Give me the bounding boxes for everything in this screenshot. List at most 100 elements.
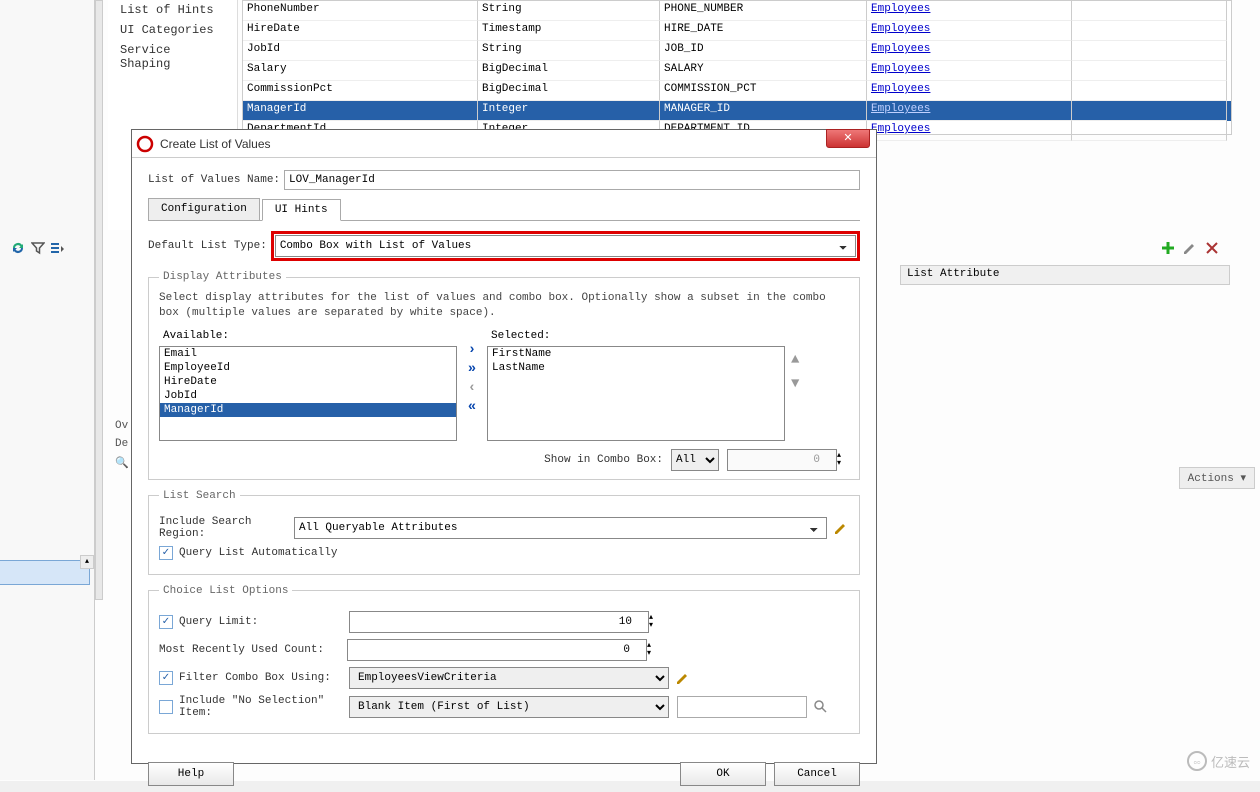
list-item[interactable]: HireDate xyxy=(160,375,456,389)
no-selection-select[interactable]: Blank Item (First of List) xyxy=(349,696,669,718)
highlight-marker: Combo Box with List of Values xyxy=(271,231,860,261)
list-item[interactable]: EmployeeId xyxy=(160,361,456,375)
refresh-icon[interactable] xyxy=(10,240,26,256)
cell-col: HIRE_DATE xyxy=(660,21,867,41)
sidebar-item[interactable]: List of Hints xyxy=(108,0,237,20)
attributes-table: PhoneNumber String PHONE_NUMBER Employee… xyxy=(242,0,1232,135)
close-button[interactable]: ✕ xyxy=(826,129,870,148)
selected-list[interactable]: FirstName LastName xyxy=(487,346,785,441)
spinner-icon[interactable]: ▴▾ xyxy=(649,614,661,630)
query-auto-label: Query List Automatically xyxy=(179,547,337,559)
tab-bar: Configuration UI Hints xyxy=(148,198,860,221)
filter-combo-checkbox[interactable]: ✓ xyxy=(159,671,173,685)
cell-link[interactable]: Employees xyxy=(871,123,930,135)
move-all-right-icon[interactable]: » xyxy=(463,361,481,377)
cell-name: ManagerId xyxy=(243,101,478,121)
show-combo-label: Show in Combo Box: xyxy=(544,454,663,466)
cell-link[interactable]: Employees xyxy=(871,3,930,15)
sidebar-item[interactable]: UI Categories xyxy=(108,20,237,40)
cell-name: Salary xyxy=(243,61,478,81)
cell-type: BigDecimal xyxy=(478,61,660,81)
watermark: ೲ 亿速云 xyxy=(1187,751,1250,771)
query-limit-checkbox[interactable]: ✓ xyxy=(159,615,173,629)
spinner-icon[interactable]: ▴▾ xyxy=(647,642,659,658)
show-combo-count xyxy=(727,449,837,471)
spinner-icon[interactable]: ▴▾ xyxy=(837,452,849,468)
cancel-button[interactable]: Cancel xyxy=(774,762,860,786)
add-icon[interactable] xyxy=(1160,240,1176,256)
delete-icon[interactable] xyxy=(1204,240,1220,256)
table-row[interactable]: PhoneNumber String PHONE_NUMBER Employee… xyxy=(243,1,1231,21)
available-list[interactable]: Email EmployeeId HireDate JobId ManagerI… xyxy=(159,346,457,441)
mru-input[interactable] xyxy=(347,639,647,661)
data-label: De xyxy=(115,438,125,450)
list-item[interactable]: JobId xyxy=(160,389,456,403)
list-item[interactable]: LastName xyxy=(488,361,784,375)
splitter[interactable] xyxy=(95,0,103,600)
move-left-icon[interactable]: ‹ xyxy=(463,380,481,396)
collapse-handle[interactable]: ▴ xyxy=(80,555,94,569)
cell-link[interactable]: Employees xyxy=(871,23,930,35)
table-row[interactable]: JobId String JOB_ID Employees xyxy=(243,41,1231,61)
cell-col: JOB_ID xyxy=(660,41,867,61)
cell-empty xyxy=(1072,61,1227,81)
cell-link[interactable]: Employees xyxy=(871,83,930,95)
query-limit-label: Query Limit: xyxy=(179,616,349,628)
no-selection-checkbox[interactable] xyxy=(159,700,173,714)
options-icon[interactable] xyxy=(50,240,66,256)
cell-empty xyxy=(1072,101,1227,121)
cell-empty xyxy=(1072,21,1227,41)
display-attributes-hint: Select display attributes for the list o… xyxy=(159,291,849,322)
list-attribute-header: List Attribute xyxy=(900,265,1230,285)
list-search-legend: List Search xyxy=(159,490,240,502)
ok-button[interactable]: OK xyxy=(680,762,766,786)
filter-combo-label: Filter Combo Box Using: xyxy=(179,672,349,684)
table-row[interactable]: Salary BigDecimal SALARY Employees xyxy=(243,61,1231,81)
edit-pencil-icon[interactable] xyxy=(675,670,691,686)
edit-pencil-icon[interactable] xyxy=(833,520,849,536)
left-panel-item[interactable] xyxy=(0,560,90,585)
filter-combo-select[interactable]: EmployeesViewCriteria xyxy=(349,667,669,689)
cell-name: PhoneNumber xyxy=(243,1,478,21)
move-down-icon[interactable]: ▼ xyxy=(791,376,799,392)
tab-configuration[interactable]: Configuration xyxy=(148,198,260,220)
create-lov-dialog: Create List of Values ✕ List of Values N… xyxy=(131,129,877,764)
move-right-icon[interactable]: › xyxy=(463,342,481,358)
display-attributes-legend: Display Attributes xyxy=(159,271,286,283)
table-row[interactable]: CommissionPct BigDecimal COMMISSION_PCT … xyxy=(243,81,1231,101)
move-all-left-icon[interactable]: « xyxy=(463,399,481,415)
watermark-icon: ೲ xyxy=(1187,751,1207,771)
move-up-icon[interactable]: ▲ xyxy=(791,352,799,368)
include-search-select[interactable]: All Queryable Attributes xyxy=(294,517,827,539)
cell-link[interactable]: Employees xyxy=(871,103,930,115)
lov-name-input[interactable] xyxy=(284,170,860,190)
selected-label: Selected: xyxy=(487,328,785,344)
search-icon[interactable]: 🔍 xyxy=(115,456,125,470)
cell-type: Integer xyxy=(478,101,660,121)
tab-ui-hints[interactable]: UI Hints xyxy=(262,199,341,221)
show-combo-select[interactable]: All xyxy=(671,449,719,471)
edit-icon[interactable] xyxy=(1182,240,1198,256)
no-selection-text[interactable] xyxy=(677,696,807,718)
filter-icon[interactable] xyxy=(30,240,46,256)
list-item[interactable]: FirstName xyxy=(488,347,784,361)
cell-link[interactable]: Employees xyxy=(871,63,930,75)
dialog-titlebar[interactable]: Create List of Values ✕ xyxy=(132,130,876,158)
list-item[interactable]: Email xyxy=(160,347,456,361)
query-auto-checkbox[interactable]: ✓ xyxy=(159,546,173,560)
cell-link[interactable]: Employees xyxy=(871,43,930,55)
help-button[interactable]: Help xyxy=(148,762,234,786)
search-icon[interactable] xyxy=(813,699,829,715)
far-left-panel xyxy=(0,0,95,780)
table-row-selected[interactable]: ManagerId Integer MANAGER_ID Employees xyxy=(243,101,1231,121)
oracle-logo-icon xyxy=(136,135,154,153)
query-limit-input[interactable] xyxy=(349,611,649,633)
overview-label: Ov xyxy=(115,420,125,432)
actions-menu[interactable]: Actions ▾ xyxy=(1179,467,1255,489)
sidebar-item[interactable]: Service Shaping xyxy=(108,40,237,74)
list-item-selected[interactable]: ManagerId xyxy=(160,403,456,417)
lov-name-label: List of Values Name: xyxy=(148,174,280,186)
table-row[interactable]: HireDate Timestamp HIRE_DATE Employees xyxy=(243,21,1231,41)
default-list-type-select[interactable]: Combo Box with List of Values xyxy=(275,235,856,257)
choice-list-group: Choice List Options ✓ Query Limit: ▴▾ Mo… xyxy=(148,585,860,734)
